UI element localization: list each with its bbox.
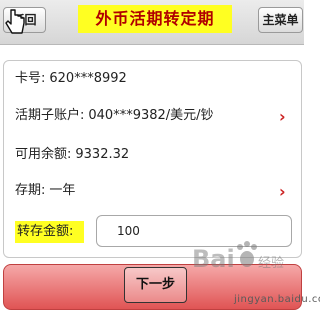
baidu-watermark-logo: Bai 经验 xyxy=(192,241,284,273)
amount-label: 转存金额: xyxy=(15,221,84,243)
next-step-button[interactable]: 下一步 xyxy=(124,267,187,303)
watermark-url: jingyan.baidu.com xyxy=(234,294,320,305)
svg-text:经验: 经验 xyxy=(258,255,284,271)
term-value: 一年 xyxy=(49,183,76,198)
card-number-label: 卡号: xyxy=(15,71,46,86)
svg-text:Bai: Bai xyxy=(192,245,235,273)
balance-row: 可用余额: 9332.32 xyxy=(15,144,129,166)
card-number-row: 卡号: 620***8992 xyxy=(15,68,127,90)
top-bar: 返回 外币活期转定期 主菜单 xyxy=(0,0,304,45)
balance-label: 可用余额: xyxy=(15,147,72,162)
sub-account-label: 活期子账户: xyxy=(15,108,85,123)
balance-value: 9332.32 xyxy=(75,147,130,162)
sub-account-value: 040***9382/美元/钞 xyxy=(88,108,214,123)
term-label: 存期: xyxy=(15,183,46,198)
page-title: 外币活期转定期 xyxy=(78,5,232,33)
chevron-right-icon[interactable]: › xyxy=(279,109,293,125)
chevron-right-icon[interactable]: › xyxy=(279,184,293,200)
main-menu-button[interactable]: 主菜单 xyxy=(258,7,303,33)
cursor-icon xyxy=(5,9,25,34)
term-row[interactable]: 存期: 一年 xyxy=(15,180,75,202)
sub-account-row[interactable]: 活期子账户: 040***9382/美元/钞 xyxy=(15,105,214,127)
card-number-value: 620***8992 xyxy=(49,71,127,86)
